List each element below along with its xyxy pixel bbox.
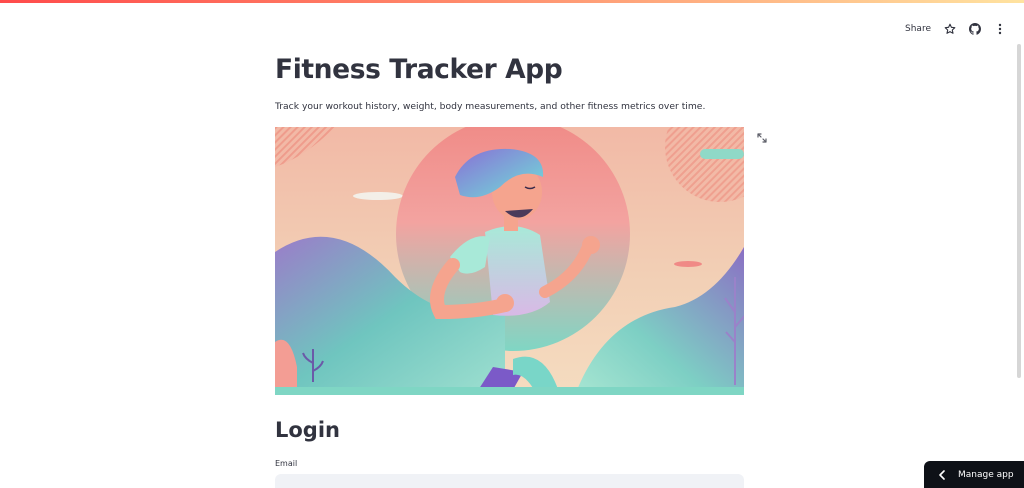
- login-heading: Login: [275, 418, 340, 442]
- share-button[interactable]: Share: [905, 20, 931, 38]
- email-input[interactable]: [275, 474, 744, 488]
- page-scrollbar[interactable]: [1017, 44, 1021, 378]
- chevron-left-icon: [938, 469, 948, 480]
- fullscreen-icon[interactable]: [755, 130, 769, 144]
- email-label: Email: [275, 459, 298, 468]
- manage-app-label: Manage app: [958, 469, 1014, 480]
- star-icon[interactable]: [944, 23, 956, 35]
- app-toolbar: Share: [905, 20, 1006, 38]
- more-vertical-icon[interactable]: [994, 23, 1006, 35]
- github-icon[interactable]: [969, 23, 981, 35]
- page-subtitle: Track your workout history, weight, body…: [275, 101, 706, 112]
- top-decoration-bar: [0, 0, 1024, 3]
- page-title: Fitness Tracker App: [275, 54, 563, 85]
- hero-image: [275, 127, 744, 395]
- manage-app-button[interactable]: Manage app: [924, 461, 1024, 488]
